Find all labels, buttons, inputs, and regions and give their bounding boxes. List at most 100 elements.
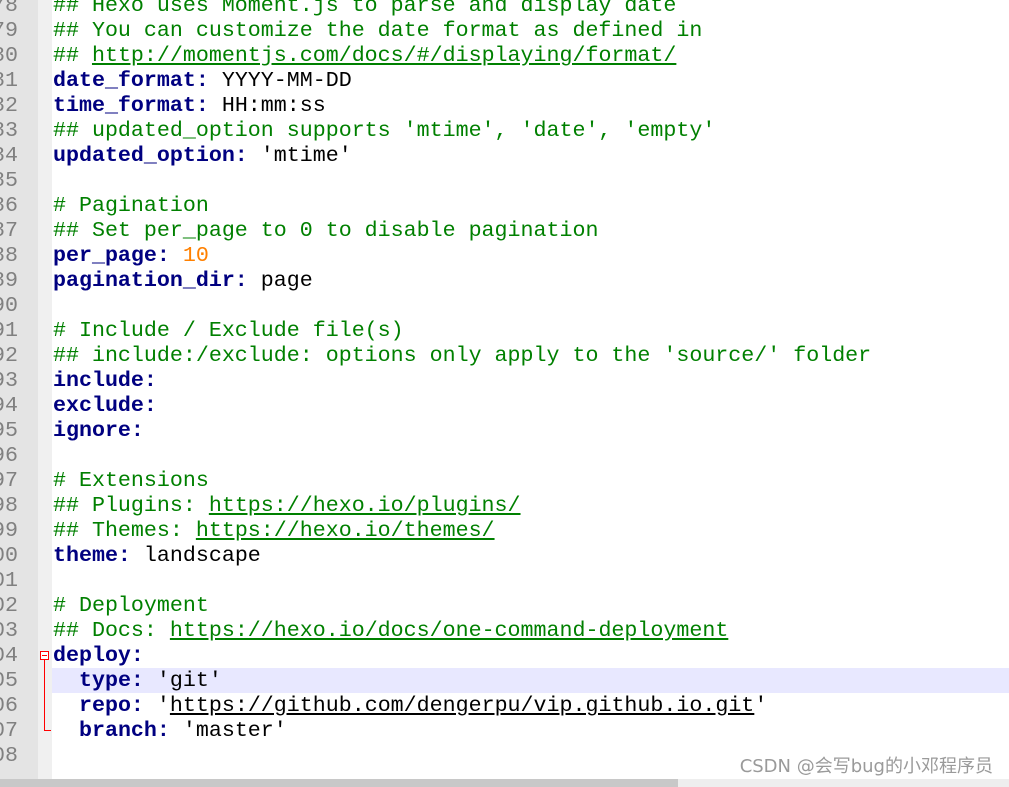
code-line[interactable]: ## updated_option supports 'mtime', 'dat… [52,118,1009,143]
comment-text: # Pagination [53,193,209,218]
comment-text: ## You can customize the date format as … [53,18,703,43]
code-text-area[interactable]: ## Hexo uses Moment.js to parse and disp… [52,0,1009,779]
yaml-key: date_format: [53,68,209,93]
url-link[interactable]: https://github.com/dengerpu/vip.github.i… [170,693,754,718]
yaml-value: ' [143,693,170,718]
line-number: 82 [0,93,18,118]
code-line[interactable]: ## You can customize the date format as … [52,18,1009,43]
line-number: 02 [0,593,18,618]
code-editor[interactable]: 7879808182838485868788899091929394959697… [0,0,1009,779]
line-number: 84 [0,143,18,168]
comment-text: ## include:/exclude: options only apply … [53,343,872,368]
line-number: 83 [0,118,18,143]
number-value: 10 [182,243,209,268]
code-line[interactable]: exclude: [52,393,1009,418]
yaml-value [170,243,183,268]
code-line[interactable] [52,168,1009,193]
code-line[interactable]: ignore: [52,418,1009,443]
scrollbar-thumb[interactable] [0,779,679,787]
code-line[interactable]: ## Plugins: https://hexo.io/plugins/ [52,493,1009,518]
line-number: 90 [0,293,18,318]
line-number: 88 [0,243,18,268]
yaml-key: deploy: [53,643,144,668]
code-line[interactable]: ## Hexo uses Moment.js to parse and disp… [52,0,1009,18]
comment-url-link[interactable]: https://hexo.io/themes/ [196,518,495,543]
code-line[interactable]: theme: landscape [52,543,1009,568]
fold-range-line [44,693,45,718]
code-line[interactable]: ## include:/exclude: options only apply … [52,343,1009,368]
yaml-value: YYYY-MM-DD [208,68,352,93]
code-line[interactable] [52,443,1009,468]
yaml-key: type: [78,668,144,693]
line-number: 97 [0,468,18,493]
indentation [53,668,79,693]
line-number: 79 [0,18,18,43]
horizontal-scrollbar[interactable] [0,779,1009,787]
line-number: 98 [0,493,18,518]
indentation [53,693,79,718]
fold-margin[interactable] [38,0,52,779]
comment-text: ## [53,43,92,68]
yaml-key: ignore: [53,418,144,443]
comment-url-link[interactable]: http://momentjs.com/docs/#/displaying/fo… [92,43,676,68]
code-line[interactable]: updated_option: 'mtime' [52,143,1009,168]
line-number: 91 [0,318,18,343]
comment-text: ## updated_option supports 'mtime', 'dat… [53,118,716,143]
yaml-key: theme: [53,543,131,568]
line-number: 96 [0,443,18,468]
yaml-value: ' [754,693,768,718]
yaml-value: 'mtime' [247,143,352,168]
comment-text: ## Set per_page to 0 to disable paginati… [53,218,599,243]
yaml-key: repo: [78,693,144,718]
code-line[interactable]: # Deployment [52,593,1009,618]
code-line[interactable]: # Include / Exclude file(s) [52,318,1009,343]
current-code-line[interactable]: type: 'git' [52,668,1009,693]
code-line[interactable]: pagination_dir: page [52,268,1009,293]
comment-text: ## Docs: [53,618,170,643]
comment-text: # Extensions [53,468,209,493]
code-line[interactable]: ## Docs: https://hexo.io/docs/one-comman… [52,618,1009,643]
line-number: 00 [0,543,18,568]
line-number: 78 [0,0,18,18]
line-number: 85 [0,168,18,193]
line-number: 94 [0,393,18,418]
yaml-value: page [247,268,313,293]
code-line[interactable]: date_format: YYYY-MM-DD [52,68,1009,93]
line-number: 95 [0,418,18,443]
fold-minus-icon[interactable] [40,651,49,660]
code-line[interactable]: ## http://momentjs.com/docs/#/displaying… [52,43,1009,68]
code-line[interactable]: time_format: HH:mm:ss [52,93,1009,118]
code-line[interactable]: include: [52,368,1009,393]
code-line[interactable]: repo: 'https://github.com/dengerpu/vip.g… [52,693,1009,718]
code-line[interactable] [52,293,1009,318]
line-number: 07 [0,718,18,743]
line-number: 80 [0,43,18,68]
code-line[interactable]: ## Themes: https://hexo.io/themes/ [52,518,1009,543]
line-number: 89 [0,268,18,293]
comment-text: ## Hexo uses Moment.js to parse and disp… [53,0,677,18]
line-number-gutter: 7879808182838485868788899091929394959697… [0,0,38,779]
line-number: 08 [0,743,18,768]
code-line[interactable]: ## Set per_page to 0 to disable paginati… [52,218,1009,243]
comment-url-link[interactable]: https://hexo.io/docs/one-command-deploym… [170,618,728,643]
fold-end-marker [44,730,51,731]
comment-url-link[interactable]: https://hexo.io/plugins/ [209,493,521,518]
line-number: 87 [0,218,18,243]
yaml-value: HH:mm:ss [208,93,326,118]
code-line[interactable]: # Extensions [52,468,1009,493]
line-number: 93 [0,368,18,393]
yaml-key: exclude: [53,393,157,418]
comment-text: ## Plugins: [53,493,209,518]
line-number: 81 [0,68,18,93]
code-line[interactable]: per_page: 10 [52,243,1009,268]
code-line[interactable]: deploy: [52,643,1009,668]
yaml-value: 'git' [143,668,222,693]
code-line[interactable]: branch: 'master' [52,718,1009,743]
comment-text: # Include / Exclude file(s) [53,318,404,343]
yaml-value: landscape [130,543,261,568]
indentation [53,718,79,743]
code-line[interactable]: # Pagination [52,193,1009,218]
code-line[interactable] [52,568,1009,593]
line-number: 05 [0,668,18,693]
line-number: 04 [0,643,18,668]
